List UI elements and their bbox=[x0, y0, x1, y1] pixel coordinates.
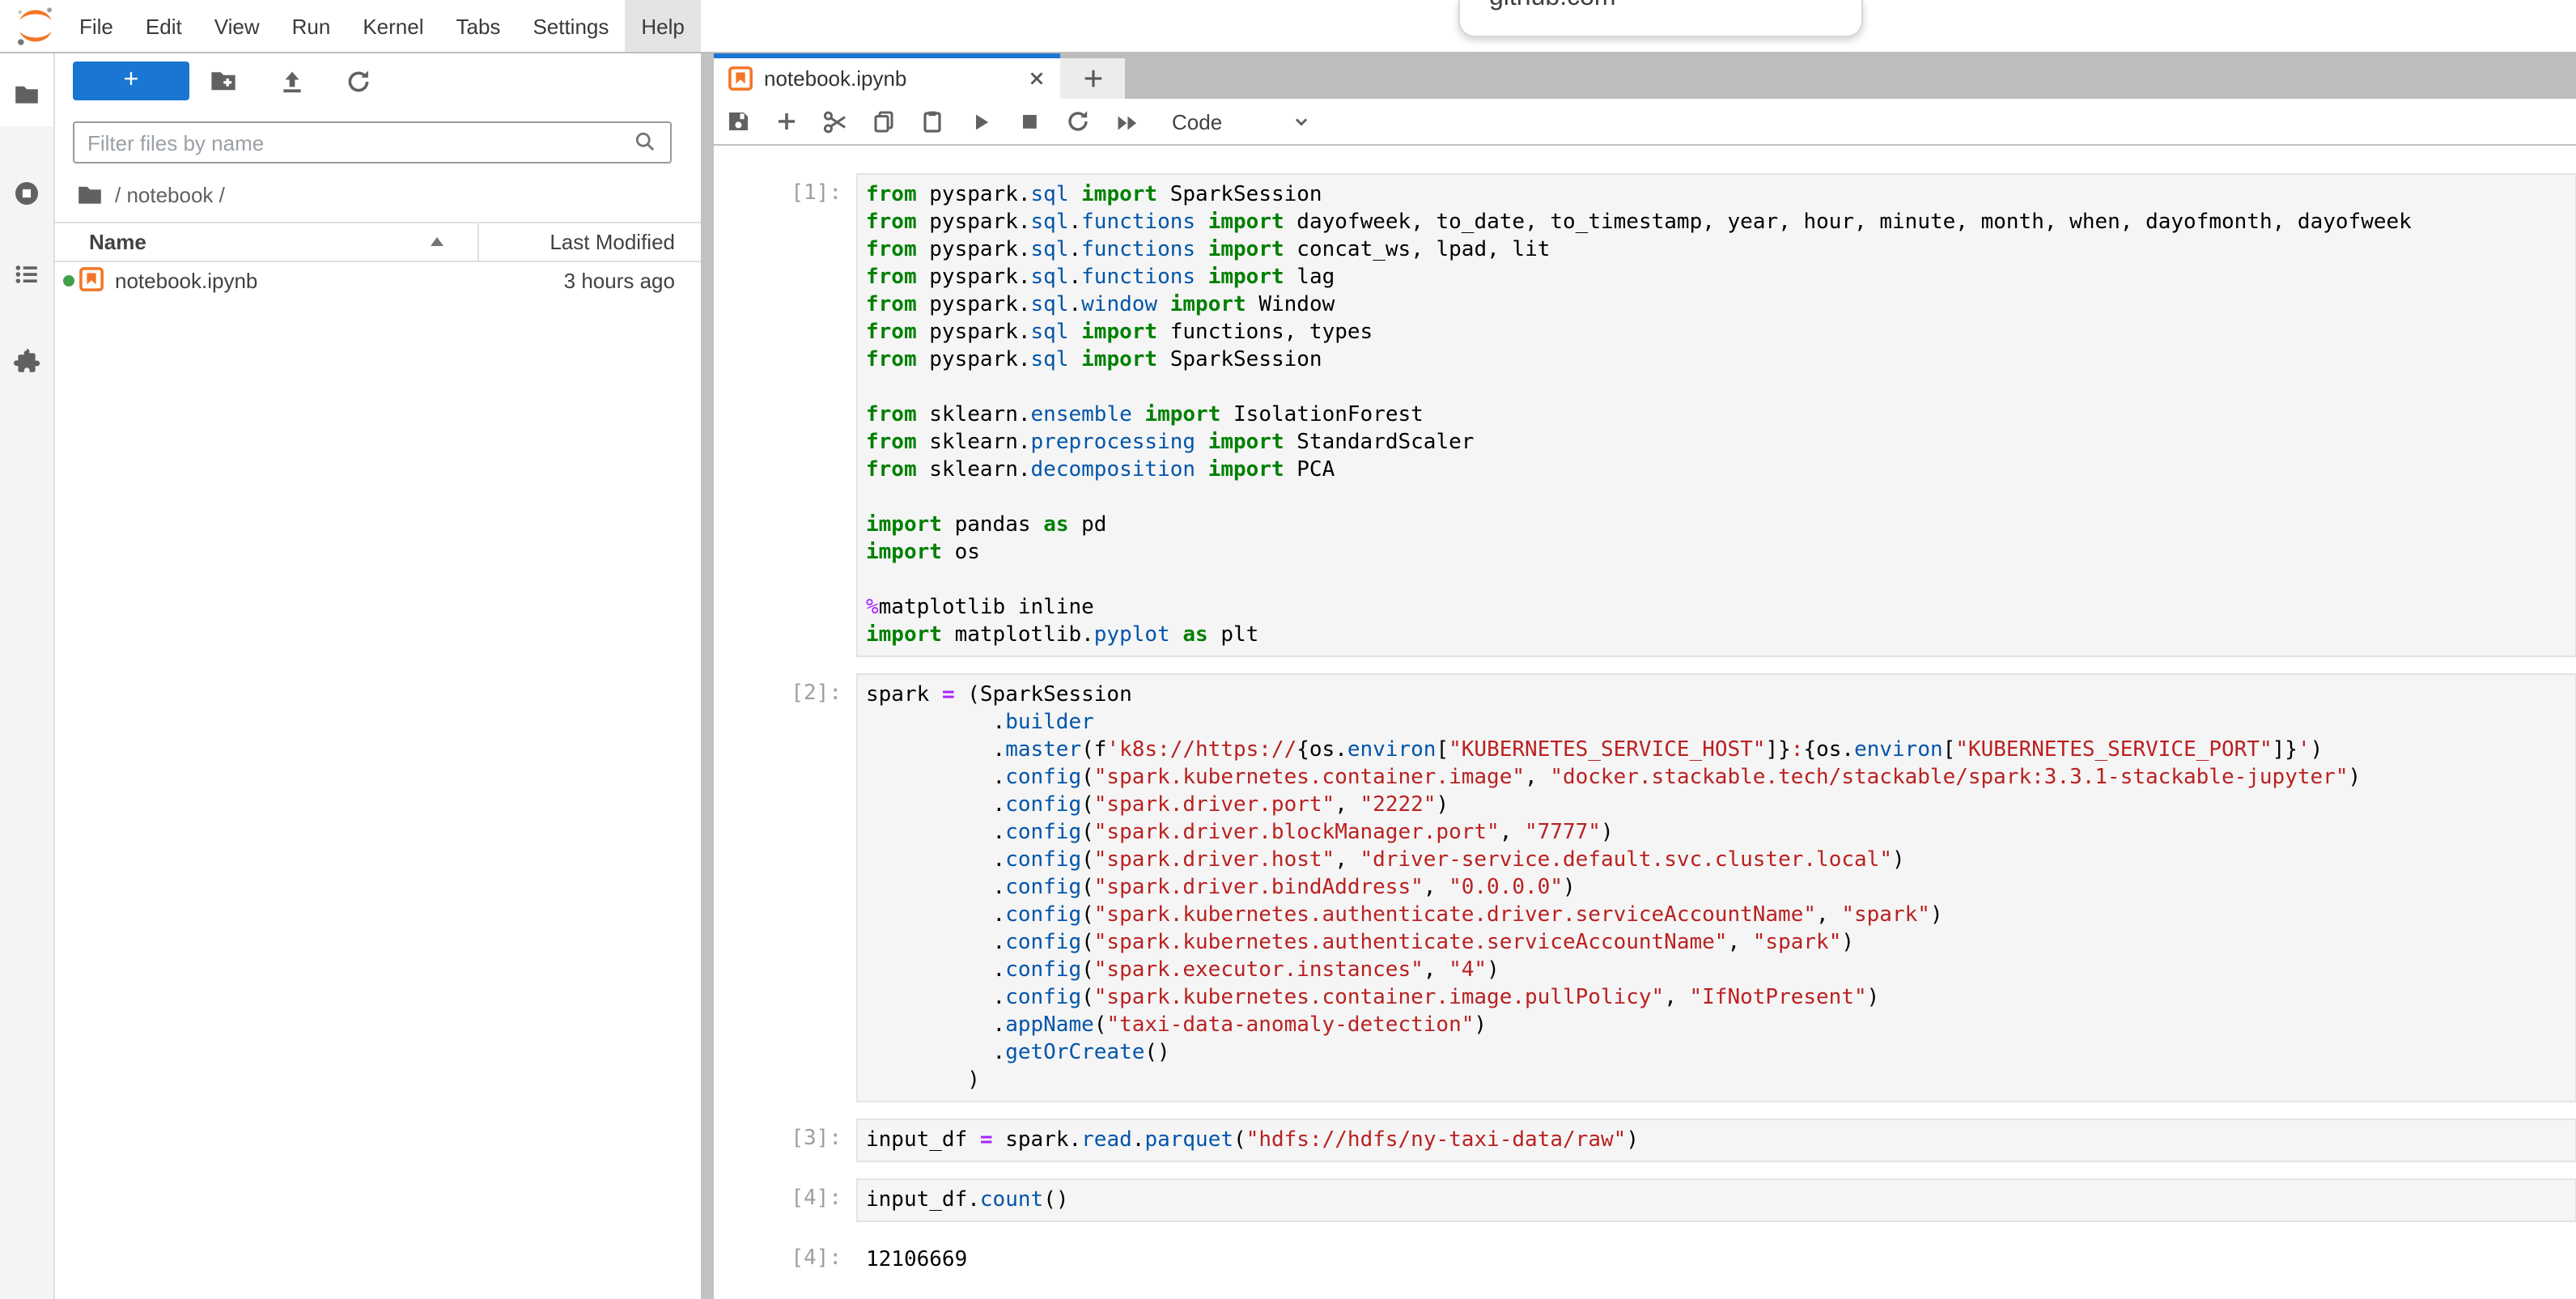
breadcrumb-path: / notebook / bbox=[115, 182, 225, 206]
column-header-last-modified[interactable]: Last Modified bbox=[550, 230, 675, 254]
restart-run-all-icon bbox=[1113, 108, 1140, 135]
cell-prompt: [4]: bbox=[714, 1238, 856, 1280]
restart-run-all-button[interactable] bbox=[1102, 99, 1151, 144]
menu-edit[interactable]: Edit bbox=[129, 0, 198, 52]
tab-notebook[interactable]: notebook.ipynb bbox=[714, 53, 1060, 99]
new-folder-button[interactable] bbox=[202, 62, 244, 100]
code-cell: [1]:from pyspark.sql import SparkSession… bbox=[714, 173, 2576, 657]
file-last-modified: 3 hours ago bbox=[564, 269, 675, 293]
menu-items: FileEditViewRunKernelTabsSettingsHelp bbox=[63, 0, 701, 52]
save-icon bbox=[725, 108, 751, 134]
browser-permission-popup: github.com bbox=[1458, 0, 1863, 37]
toolbar-buttons bbox=[714, 99, 1151, 144]
column-divider bbox=[477, 223, 479, 261]
cell-prompt: [2]: bbox=[714, 673, 856, 1102]
add-cell-icon bbox=[774, 108, 800, 134]
restart-kernel-button[interactable] bbox=[1054, 99, 1102, 144]
column-header-name[interactable]: Name bbox=[89, 230, 146, 254]
file-browser-panel: + / notebook / Name Last Modified notebo… bbox=[53, 53, 701, 1299]
paste-cells-button[interactable] bbox=[908, 99, 957, 144]
output-cell: [4]:12106669 bbox=[714, 1238, 2576, 1280]
table-of-contents-icon bbox=[13, 260, 40, 287]
run-cell-icon bbox=[968, 108, 994, 134]
jupyter-logo-icon bbox=[15, 5, 57, 47]
notebook-icon bbox=[79, 267, 104, 291]
sort-caret-up-icon bbox=[429, 235, 445, 249]
add-cell-button[interactable] bbox=[762, 99, 811, 144]
upload-icon bbox=[278, 67, 305, 95]
jupyterlab-window: FileEditViewRunKernelTabsSettingsHelp gi… bbox=[0, 0, 2576, 1299]
filter-files-input[interactable] bbox=[73, 121, 672, 163]
cell-editor[interactable]: from pyspark.sql import SparkSessionfrom… bbox=[856, 173, 2576, 657]
code-cell: [3]:input_df = spark.read.parquet("hdfs:… bbox=[714, 1119, 2576, 1162]
folder-home-icon[interactable] bbox=[76, 180, 104, 208]
file-list-header: Name Last Modified bbox=[53, 222, 701, 262]
menu-run[interactable]: Run bbox=[276, 0, 347, 52]
menu-help[interactable]: Help bbox=[625, 0, 701, 52]
menu-bar: FileEditViewRunKernelTabsSettingsHelp bbox=[0, 0, 2576, 53]
refresh-icon bbox=[344, 67, 371, 95]
files-icon bbox=[13, 80, 40, 108]
output-area: 12106669 bbox=[856, 1238, 2576, 1280]
paste-cells-icon bbox=[919, 108, 945, 134]
notebook-content: [1]:from pyspark.sql import SparkSession… bbox=[714, 146, 2576, 1299]
cell-prompt: [3]: bbox=[714, 1119, 856, 1162]
close-icon[interactable] bbox=[1026, 68, 1047, 89]
code-cell: [2]:spark = (SparkSession .builder .mast… bbox=[714, 673, 2576, 1102]
save-button[interactable] bbox=[714, 99, 762, 144]
copy-cells-icon bbox=[871, 108, 897, 134]
code-cell: [4]:input_df.count() bbox=[714, 1178, 2576, 1222]
breadcrumb[interactable]: / notebook / bbox=[76, 180, 225, 209]
copy-cells-button[interactable] bbox=[859, 99, 908, 144]
file-list: notebook.ipynb 3 hours ago bbox=[53, 261, 701, 301]
menu-settings[interactable]: Settings bbox=[516, 0, 625, 52]
cut-cells-button[interactable] bbox=[811, 99, 859, 144]
sidebar-tab-running[interactable] bbox=[0, 165, 53, 220]
restart-kernel-icon bbox=[1065, 108, 1091, 134]
tab-title: notebook.ipynb bbox=[764, 66, 906, 91]
extensions-icon bbox=[13, 347, 40, 375]
new-folder-icon bbox=[209, 66, 238, 96]
running-icon bbox=[13, 179, 40, 206]
new-tab-button[interactable] bbox=[1060, 57, 1125, 99]
run-cell-button[interactable] bbox=[957, 99, 1005, 144]
menu-view[interactable]: View bbox=[198, 0, 276, 52]
popup-origin-text: github.com bbox=[1489, 0, 1616, 13]
cell-type-dropdown[interactable]: Code bbox=[1172, 109, 1222, 134]
upload-button[interactable] bbox=[270, 62, 312, 100]
interrupt-kernel-button[interactable] bbox=[1005, 99, 1054, 144]
sidebar-tab-extensions[interactable] bbox=[0, 333, 53, 388]
search-icon bbox=[633, 129, 657, 154]
kernel-running-dot bbox=[63, 275, 74, 287]
refresh-button[interactable] bbox=[337, 62, 379, 100]
file-row[interactable]: notebook.ipynb 3 hours ago bbox=[53, 261, 701, 301]
cell-prompt: [1]: bbox=[714, 173, 856, 657]
cell-prompt: [4]: bbox=[714, 1178, 856, 1222]
notebook-file-icon bbox=[728, 66, 753, 91]
cell-editor[interactable]: spark = (SparkSession .builder .master(f… bbox=[856, 673, 2576, 1102]
interrupt-kernel-icon bbox=[1016, 108, 1042, 134]
tab-bar: notebook.ipynb bbox=[714, 53, 2576, 99]
file-name: notebook.ipynb bbox=[115, 269, 257, 293]
activity-bar bbox=[0, 53, 55, 1299]
sidebar-tab-files[interactable] bbox=[0, 66, 53, 121]
menu-kernel[interactable]: Kernel bbox=[346, 0, 439, 52]
panel-split-handle[interactable] bbox=[701, 53, 714, 1299]
menu-file[interactable]: File bbox=[63, 0, 129, 52]
notebook-panel: notebook.ipynb Code [1]:from pyspark.sql… bbox=[714, 53, 2576, 1299]
chevron-down-icon[interactable] bbox=[1290, 110, 1313, 133]
cut-cells-icon bbox=[821, 108, 849, 135]
sidebar-tab-table-of-contents[interactable] bbox=[0, 246, 53, 301]
menu-tabs[interactable]: Tabs bbox=[440, 0, 517, 52]
cell-editor[interactable]: input_df.count() bbox=[856, 1178, 2576, 1222]
cell-editor[interactable]: input_df = spark.read.parquet("hdfs://hd… bbox=[856, 1119, 2576, 1162]
new-launcher-button[interactable]: + bbox=[73, 62, 189, 100]
notebook-toolbar: Code bbox=[714, 99, 2576, 146]
